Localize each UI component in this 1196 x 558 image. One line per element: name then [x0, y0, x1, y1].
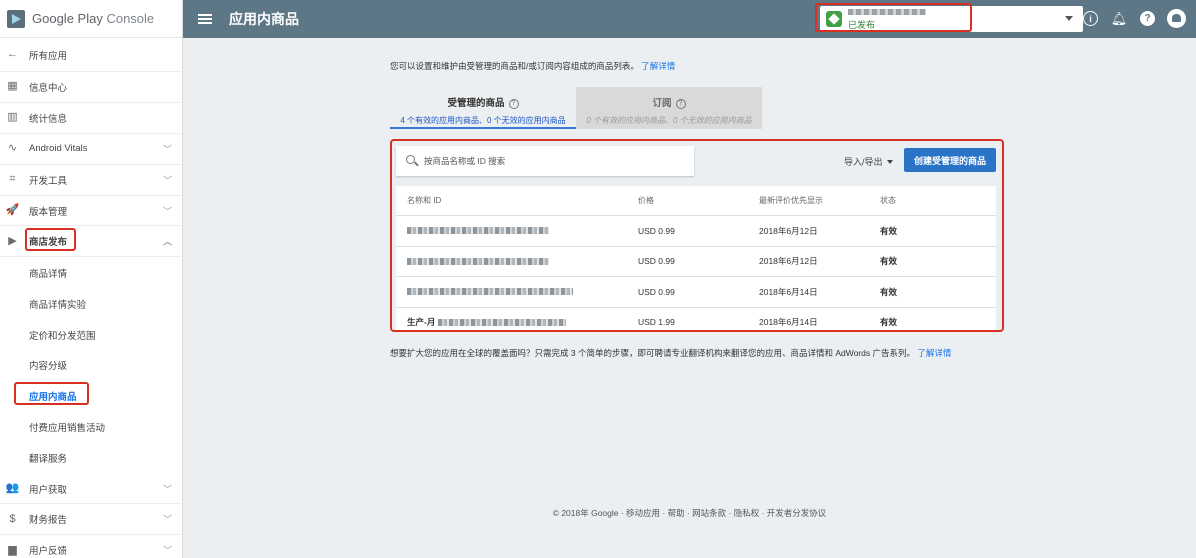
- table-header: 名称和 ID 价格 最新评价优先显示 状态: [396, 186, 996, 216]
- notifications-bell-icon[interactable]: 🔔︎: [1110, 10, 1128, 28]
- redacted-product-name: [438, 318, 567, 326]
- sidebar-item-user-feedback[interactable]: ▆ 用户反馈 ﹀: [0, 535, 182, 558]
- feedback-icon: ▆: [8, 543, 17, 556]
- highlight-in-app-products: [14, 382, 89, 405]
- chevron-down-icon: ﹀: [162, 545, 172, 556]
- sidebar-item-dashboard[interactable]: ▦ 信息中心: [0, 72, 182, 103]
- help-icon: ?: [675, 98, 686, 109]
- learn-more-link[interactable]: 了解详情: [641, 61, 675, 71]
- sidebar-item-user-acquisition[interactable]: 👥 用户获取 ﹀: [0, 474, 182, 505]
- dropdown-caret-icon: [886, 160, 893, 164]
- redacted-product-name: [407, 257, 549, 265]
- highlight-store-presence: [25, 228, 76, 251]
- sidebar-item-all-apps[interactable]: ← 所有应用: [0, 38, 182, 72]
- search-icon: [406, 155, 418, 167]
- table-row[interactable]: USD 0.99 2018年6月12日 有效: [396, 216, 996, 247]
- import-export-menu[interactable]: 导入/导出: [844, 155, 893, 168]
- sidebar-item-release-management[interactable]: 🚀 版本管理 ﹀: [0, 196, 182, 227]
- highlight-app-selector: [815, 3, 972, 32]
- sidebar-item-statistics[interactable]: ▥ 统计信息: [0, 103, 182, 134]
- chevron-down-icon: ﹀: [162, 206, 172, 216]
- chevron-down-icon: ﹀: [162, 175, 172, 186]
- page-title: 应用内商品: [229, 11, 299, 27]
- search-input[interactable]: [424, 156, 674, 166]
- dashboard-icon: ▦: [7, 80, 18, 93]
- create-managed-product-button[interactable]: 创建受管理的商品: [904, 148, 996, 172]
- menu-icon[interactable]: [198, 12, 212, 26]
- topbar: 应用内商品 已发布 i 🔔︎ ?: [183, 0, 1196, 38]
- sidebar-subitem-content-rating[interactable]: 内容分级: [0, 350, 182, 381]
- translation-note: 想要扩大您的应用在全球的覆盖面吗？只需完成 3 个简单的步骤，即可聘请专业翻译机…: [390, 348, 952, 358]
- dropdown-caret-icon: [1065, 16, 1073, 21]
- copyright-footer: © 2018年 Google · 移动应用 · 帮助 · 网站条款 · 隐私权 …: [552, 508, 827, 518]
- status-badge: 有效: [880, 317, 898, 328]
- info-icon[interactable]: i: [1083, 11, 1098, 26]
- col-price[interactable]: 价格: [638, 195, 759, 206]
- status-badge: 有效: [880, 286, 898, 297]
- products-table: 名称和 ID 价格 最新评价优先显示 状态 USD 0.99 2018年6月12…: [396, 186, 996, 330]
- table-row[interactable]: USD 0.99 2018年6月12日 有效: [396, 247, 996, 277]
- products-panel: 导入/导出 创建受管理的商品 名称和 ID 价格 最新评价优先显示 状态 USD…: [390, 139, 1004, 332]
- translation-learn-more-link[interactable]: 了解详情: [917, 348, 951, 358]
- play-console-logo-icon: [7, 9, 25, 28]
- tab-subscriptions[interactable]: 订阅? 0 个有效的应用内商品、0 个无效的应用内商品: [576, 87, 762, 129]
- sidebar-subitem-translation-service[interactable]: 翻译服务: [0, 443, 182, 474]
- chevron-down-icon: ﹀: [162, 484, 172, 495]
- sidebar-item-android-vitals[interactable]: ∿ Android Vitals ﹀: [0, 134, 182, 165]
- col-name-id[interactable]: 名称和 ID: [396, 195, 638, 206]
- tab-managed-products[interactable]: 受管理的商品? 4 个有效的应用内商品、0 个无效的应用内商品: [390, 87, 576, 129]
- help-icon[interactable]: ?: [1140, 11, 1155, 26]
- table-row[interactable]: USD 0.99 2018年6月14日 有效: [396, 277, 996, 308]
- col-latest-review[interactable]: 最新评价优先显示: [759, 195, 880, 206]
- user-acquisition-icon: 👥: [5, 482, 20, 495]
- status-badge: 有效: [880, 256, 898, 267]
- dev-tools-icon: ⌗: [9, 173, 16, 186]
- arrow-back-icon: ←: [7, 48, 18, 60]
- chevron-down-icon: ﹀: [162, 144, 172, 155]
- sidebar-nav: ← 所有应用 ▦ 信息中心 ▥ 统计信息 ∿ Android Vitals ﹀ …: [0, 38, 182, 558]
- sidebar-item-dev-tools[interactable]: ⌗ 开发工具 ﹀: [0, 165, 182, 196]
- sidebar-subitem-paid-app-sales[interactable]: 付费应用销售活动: [0, 412, 182, 443]
- sidebar: Google Play Console ← 所有应用 ▦ 信息中心 ▥ 统计信息…: [0, 0, 183, 558]
- release-icon: 🚀: [5, 204, 20, 216]
- help-icon: ?: [508, 98, 519, 109]
- brand-logo[interactable]: Google Play Console: [0, 0, 182, 38]
- account-avatar-icon[interactable]: [1167, 9, 1186, 28]
- statistics-icon: ▥: [7, 111, 18, 124]
- chevron-up-icon: ︿: [162, 236, 172, 247]
- intro-text: 您可以设置和维护由受管理的商品和/或订阅内容组成的商品列表。 了解详情: [390, 61, 676, 71]
- redacted-product-name: [407, 288, 573, 296]
- redacted-product-name: [407, 227, 549, 235]
- sidebar-subitem-pricing-distribution[interactable]: 定价和分发范围: [0, 319, 182, 350]
- sidebar-subitem-listing-experiments[interactable]: 商品详情实验: [0, 288, 182, 319]
- store-listing-icon: ▶: [8, 234, 17, 247]
- col-status[interactable]: 状态: [880, 195, 996, 206]
- product-tabs: 受管理的商品? 4 个有效的应用内商品、0 个无效的应用内商品 订阅? 0 个有…: [390, 87, 763, 129]
- table-row[interactable]: 生产-月 USD 1.99 2018年6月14日 有效: [396, 308, 996, 331]
- sidebar-subitem-store-listing[interactable]: 商品详情: [0, 257, 182, 288]
- search-box: [396, 146, 694, 176]
- status-badge: 有效: [880, 225, 898, 236]
- vitals-icon: ∿: [7, 142, 18, 155]
